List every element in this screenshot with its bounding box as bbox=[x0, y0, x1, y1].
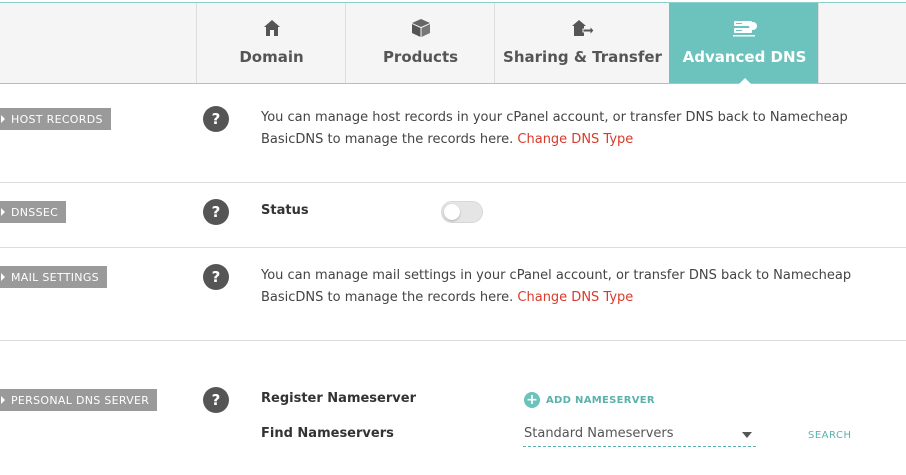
tab-advanced-dns[interactable]: Advanced DNS bbox=[669, 3, 819, 84]
box-icon bbox=[411, 17, 431, 39]
dnssec-toggle[interactable] bbox=[441, 201, 483, 223]
search-button[interactable]: SEARCH bbox=[808, 430, 851, 441]
nameserver-type-select[interactable]: Standard Nameservers bbox=[523, 424, 756, 447]
dnssec-tag[interactable]: DNSSEC bbox=[0, 201, 67, 223]
tab-sharing-transfer[interactable]: Sharing & Transfer bbox=[494, 3, 670, 83]
dnssec-tag-label: DNSSEC bbox=[11, 205, 59, 219]
tab-sharing-transfer-label: Sharing & Transfer bbox=[503, 48, 662, 66]
tab-separator bbox=[818, 3, 819, 83]
tab-advanced-dns-label: Advanced DNS bbox=[682, 48, 807, 66]
toggle-knob bbox=[444, 204, 460, 220]
personal-dns-server-tag-label: PERSONAL DNS SERVER bbox=[11, 393, 150, 407]
dns-server-icon bbox=[732, 17, 758, 39]
section-divider bbox=[0, 340, 906, 341]
mail-settings-help-icon[interactable]: ? bbox=[203, 264, 229, 290]
add-nameserver-button[interactable]: + ADD NAMESERVER bbox=[524, 392, 655, 408]
house-arrow-icon bbox=[571, 17, 595, 39]
host-records-tag-label: HOST RECORDS bbox=[11, 112, 103, 126]
host-records-tag[interactable]: HOST RECORDS bbox=[0, 108, 111, 130]
personal-dns-server-tag[interactable]: PERSONAL DNS SERVER bbox=[0, 389, 158, 411]
triangle-right-icon bbox=[1, 273, 5, 281]
change-dns-type-link[interactable]: Change DNS Type bbox=[517, 290, 633, 305]
house-icon bbox=[263, 17, 281, 39]
personal-dns-help-icon[interactable]: ? bbox=[203, 387, 229, 413]
triangle-right-icon bbox=[1, 115, 5, 123]
triangle-right-icon bbox=[1, 396, 5, 404]
plus-icon: + bbox=[524, 392, 540, 408]
mail-settings-tag-label: MAIL SETTINGS bbox=[11, 270, 99, 284]
tab-products[interactable]: Products bbox=[345, 3, 495, 83]
mail-settings-tag[interactable]: MAIL SETTINGS bbox=[0, 266, 107, 288]
nameserver-type-value: Standard Nameservers bbox=[524, 426, 674, 441]
mail-settings-description: You can manage mail settings in your cPa… bbox=[261, 265, 861, 309]
change-dns-type-link[interactable]: Change DNS Type bbox=[517, 132, 633, 147]
dnssec-status-label: Status bbox=[261, 203, 309, 218]
register-nameserver-label: Register Nameserver bbox=[261, 391, 416, 406]
tab-products-label: Products bbox=[382, 48, 459, 66]
host-records-description: You can manage host records in your cPan… bbox=[261, 107, 861, 151]
triangle-right-icon bbox=[1, 208, 5, 216]
dnssec-help-icon[interactable]: ? bbox=[203, 199, 229, 225]
chevron-down-icon bbox=[742, 432, 752, 438]
find-nameservers-label: Find Nameservers bbox=[261, 426, 394, 441]
section-divider bbox=[0, 247, 906, 248]
add-nameserver-label: ADD NAMESERVER bbox=[546, 394, 655, 406]
tab-domain-label: Domain bbox=[239, 48, 304, 66]
host-records-help-icon[interactable]: ? bbox=[203, 106, 229, 132]
domain-tab-bar: Domain Products Sharing & Transfer Advan… bbox=[0, 3, 906, 84]
section-divider bbox=[0, 182, 906, 183]
tab-domain[interactable]: Domain bbox=[196, 3, 346, 83]
